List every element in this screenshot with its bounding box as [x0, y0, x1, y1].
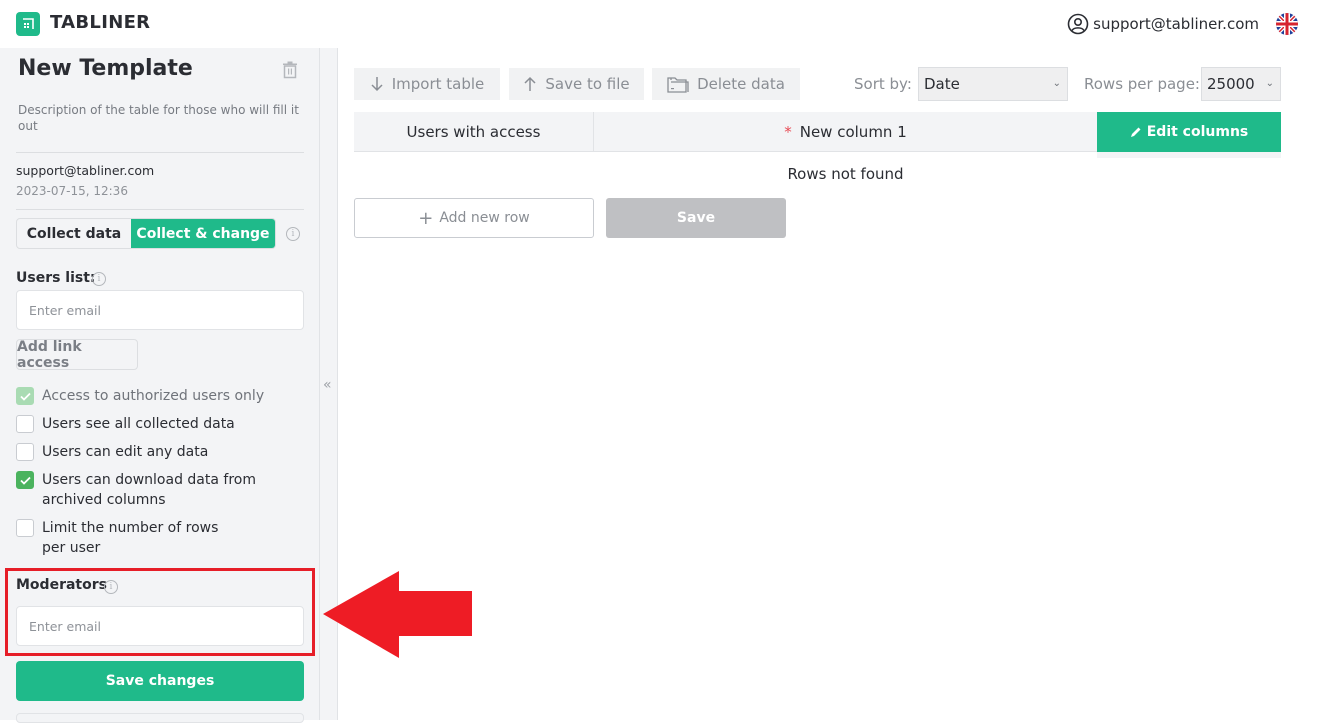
import-table-button[interactable]: Import table	[354, 68, 500, 100]
users-list-info-icon[interactable]: i	[92, 272, 106, 286]
user-circle-icon	[1067, 13, 1089, 35]
checkbox-unchecked[interactable]	[16, 443, 34, 461]
sort-by-select[interactable]: Date ⌄	[918, 67, 1068, 101]
rows-per-page-select[interactable]: 25000 ⌄	[1201, 67, 1281, 101]
add-new-row-button[interactable]: + Add new row	[354, 198, 594, 238]
arrow-up-icon	[524, 76, 536, 91]
checkbox-unchecked[interactable]	[16, 519, 34, 537]
edit-columns-button[interactable]: Edit columns	[1097, 112, 1281, 152]
uk-flag-icon[interactable]	[1276, 13, 1298, 35]
checkbox-authorized-only[interactable]: Access to authorized users only	[16, 386, 264, 406]
mode-info-icon[interactable]: i	[286, 227, 300, 241]
annotation-arrow-icon	[323, 571, 472, 658]
pencil-icon	[1130, 127, 1141, 137]
user-email: support@tabliner.com	[1093, 15, 1259, 33]
divider	[16, 152, 304, 153]
chevron-down-icon: ⌄	[1052, 78, 1061, 89]
created-date: 2023-07-15, 12:36	[16, 184, 128, 198]
rows-per-page-label: Rows per page:	[1084, 75, 1200, 93]
checkbox-limit-rows[interactable]: Limit the number of rows per user	[16, 518, 226, 558]
delete-template-icon[interactable]	[282, 61, 298, 83]
required-marker: *	[784, 122, 792, 141]
checkbox-see-all-data[interactable]: Users see all collected data	[16, 414, 235, 434]
column-header-users-with-access[interactable]: Users with access	[354, 112, 594, 151]
chevron-down-icon: ⌄	[1265, 78, 1274, 89]
column-header-new-column-1[interactable]: * New column 1	[594, 112, 1097, 151]
checkbox-label: Users can download data from archived co…	[42, 472, 256, 508]
checkbox-label: Limit the number of rows per user	[42, 520, 219, 556]
save-to-file-label: Save to file	[545, 75, 630, 93]
save-rows-button[interactable]: Save	[606, 198, 786, 238]
folder-icon	[667, 77, 689, 93]
top-bar: TABLINER support@tabliner.com	[0, 0, 1321, 48]
column-header-label: Users with access	[406, 122, 541, 141]
checkbox-download-archived[interactable]: Users can download data from archived co…	[16, 470, 266, 510]
annotation-highlight-box	[5, 568, 315, 656]
add-new-row-label: Add new row	[439, 210, 530, 226]
template-title[interactable]: New Template	[18, 56, 193, 81]
checkbox-label: Users see all collected data	[42, 416, 235, 432]
checkbox-edit-any-data[interactable]: Users can edit any data	[16, 442, 208, 462]
tabliner-logo-icon[interactable]	[16, 12, 40, 36]
sort-by-value: Date	[924, 75, 960, 93]
mode-collect-data[interactable]: Collect data	[17, 219, 131, 248]
collapse-sidebar-icon[interactable]: «	[323, 377, 332, 393]
user-account[interactable]: support@tabliner.com	[1067, 13, 1259, 35]
mode-toggle: Collect data Collect & change	[16, 218, 276, 249]
edit-columns-label: Edit columns	[1146, 124, 1249, 140]
edit-columns-spacer	[1097, 152, 1281, 158]
checkbox-checked[interactable]	[16, 471, 34, 489]
empty-rows-message: Rows not found	[787, 165, 904, 183]
users-email-input[interactable]: Enter email	[16, 290, 304, 330]
sort-by-label: Sort by:	[854, 75, 912, 93]
owner-email: support@tabliner.com	[16, 163, 155, 178]
users-list-label: Users list:	[16, 270, 96, 286]
checkbox-checked-disabled[interactable]	[16, 387, 34, 405]
sidebar-next-section	[16, 713, 304, 723]
checkbox-unchecked[interactable]	[16, 415, 34, 433]
mode-collect-and-change[interactable]: Collect & change	[131, 219, 275, 248]
import-table-label: Import table	[391, 75, 485, 93]
checkbox-label: Access to authorized users only	[42, 388, 265, 404]
plus-icon: +	[418, 207, 434, 229]
delete-data-label: Delete data	[697, 75, 785, 93]
template-description[interactable]: Description of the table for those who w…	[18, 102, 304, 134]
column-header-label: New column 1	[799, 122, 907, 141]
divider	[16, 209, 304, 210]
delete-data-button[interactable]: Delete data	[652, 68, 800, 100]
save-changes-button[interactable]: Save changes	[16, 661, 304, 701]
add-link-access-button[interactable]: Add link access	[16, 339, 138, 371]
rows-per-page-value: 25000	[1207, 75, 1255, 93]
arrow-down-icon	[371, 77, 383, 92]
save-to-file-button[interactable]: Save to file	[509, 68, 644, 100]
checkbox-label: Users can edit any data	[42, 444, 209, 460]
brand-name[interactable]: TABLINER	[50, 12, 150, 33]
